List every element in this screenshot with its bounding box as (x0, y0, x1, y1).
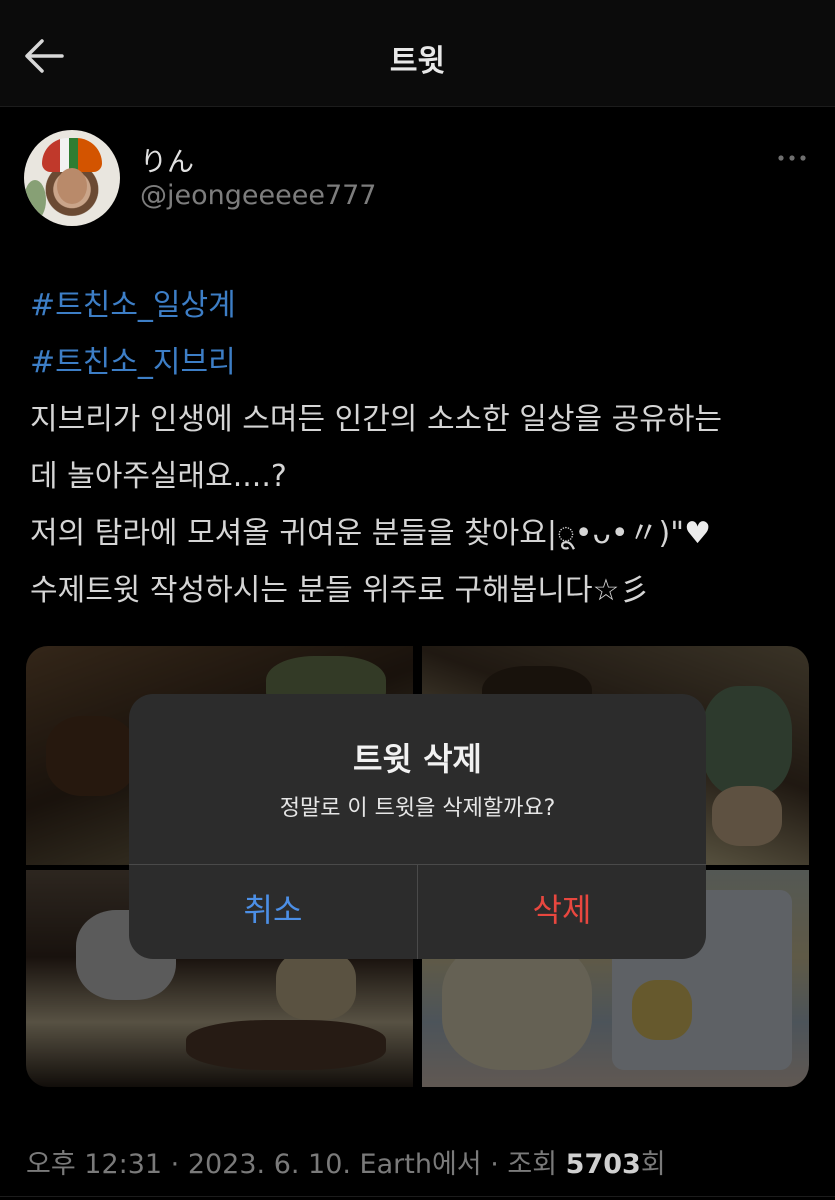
user-handle[interactable]: @jeongeeeee777 (140, 180, 376, 211)
hashtag-link[interactable]: #트친소_지브리 (30, 345, 236, 380)
view-count-suffix: 회 (640, 1149, 666, 1180)
tweet-line: 데 놀아주실래요....? (30, 459, 287, 494)
tweet-line-text: 저의 탐라에 모셔올 귀여운 분들을 찾아요|ू•ᴗ•〃)" (30, 516, 685, 551)
more-options-button[interactable] (776, 150, 808, 166)
tweet-line: 지브리가 인생에 스며든 인간의 소소한 일상을 공유하는 (30, 402, 723, 437)
divider (0, 1196, 835, 1197)
page-title: 트윗 (389, 44, 446, 79)
more-horizontal-icon (778, 155, 806, 161)
delete-button[interactable]: 삭제 (418, 865, 706, 959)
tweet-text: #트친소_일상계 #트친소_지브리 지브리가 인생에 스며든 인간의 소소한 일… (30, 277, 820, 619)
tweet-metadata: 오후 12:31 · 2023. 6. 10. Earth에서 · 조회 570… (26, 1142, 666, 1181)
tweet-line: 수제트윗 작성하시는 분들 위주로 구해봅니다☆彡 (30, 573, 650, 608)
top-bar: 트윗 (0, 0, 835, 107)
heart-icon: ♥ (684, 516, 711, 551)
cancel-button[interactable]: 취소 (129, 865, 417, 959)
view-count: 5703 (565, 1149, 641, 1180)
tweet-line: 저의 탐라에 모셔올 귀여운 분들을 찾아요|ू•ᴗ•〃)"♥ (30, 505, 820, 562)
display-name[interactable]: りん (140, 140, 194, 179)
dialog-message: 정말로 이 트윗을 삭제할까요? (279, 796, 556, 821)
delete-tweet-dialog: 트윗 삭제 정말로 이 트윗을 삭제할까요? 취소 삭제 (129, 694, 706, 959)
avatar[interactable] (24, 130, 120, 226)
timestamp-source: 오후 12:31 · 2023. 6. 10. Earth에서 · 조회 (26, 1149, 566, 1180)
hashtag-link[interactable]: #트친소_일상계 (30, 288, 236, 323)
dialog-title: 트윗 삭제 (353, 740, 482, 778)
